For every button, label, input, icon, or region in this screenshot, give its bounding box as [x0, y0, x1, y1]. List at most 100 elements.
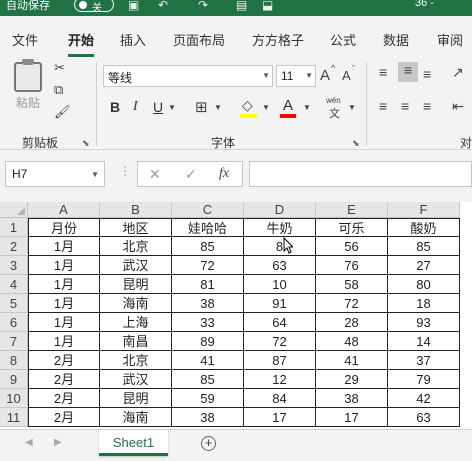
table-cell[interactable]: 29: [316, 370, 388, 389]
table-cell[interactable]: 37: [388, 351, 460, 370]
chevron-down-icon[interactable]: ▼: [303, 103, 311, 112]
formula-input[interactable]: [249, 161, 472, 187]
table-cell[interactable]: 89: [172, 332, 244, 351]
table-cell[interactable]: 武汉: [100, 256, 172, 275]
row-header[interactable]: 10: [0, 389, 28, 408]
row-header[interactable]: 11: [0, 408, 28, 427]
format-painter-title-icon[interactable]: ⬓: [262, 0, 273, 12]
save-icon[interactable]: ▣: [128, 0, 139, 12]
cancel-icon[interactable]: ✕: [149, 166, 161, 183]
table-cell[interactable]: 79: [388, 370, 460, 389]
table-cell[interactable]: 91: [244, 294, 316, 313]
row-header[interactable]: 6: [0, 313, 28, 332]
table-cell[interactable]: 上海: [100, 313, 172, 332]
tab-review[interactable]: 审阅: [437, 30, 463, 49]
table-cell[interactable]: 北京: [100, 237, 172, 256]
row-header[interactable]: 7: [0, 332, 28, 351]
table-cell[interactable]: 93: [388, 313, 460, 332]
add-sheet-button[interactable]: +: [201, 436, 216, 451]
table-cell[interactable]: 1月: [28, 294, 100, 313]
table-cell[interactable]: 10: [244, 275, 316, 294]
italic-button[interactable]: I: [133, 99, 138, 115]
table-cell[interactable]: 12: [244, 370, 316, 389]
chevron-down-icon[interactable]: ▼: [168, 103, 176, 112]
table-cell[interactable]: 北京: [100, 351, 172, 370]
table-cell[interactable]: 63: [388, 408, 460, 427]
table-cell[interactable]: 17: [316, 408, 388, 427]
table-cell[interactable]: 2月: [28, 370, 100, 389]
table-header-cell[interactable]: 地区: [100, 218, 172, 237]
phonetic-guide-label[interactable]: wén: [326, 96, 341, 105]
align-top-icon[interactable]: ≡: [379, 64, 387, 80]
table-cell[interactable]: 1月: [28, 275, 100, 294]
tab-file[interactable]: 文件: [12, 30, 38, 49]
table-cell[interactable]: 76: [316, 256, 388, 275]
table-cell[interactable]: 63: [244, 256, 316, 275]
undo-icon[interactable]: ↶: [158, 0, 168, 12]
table-cell[interactable]: 72: [316, 294, 388, 313]
column-header[interactable]: D: [244, 202, 316, 218]
table-cell[interactable]: 2月: [28, 408, 100, 427]
table-cell[interactable]: 17: [244, 408, 316, 427]
fill-color-icon[interactable]: ◇: [242, 97, 253, 114]
table-cell[interactable]: 33: [172, 313, 244, 332]
table-header-cell[interactable]: 牛奶: [244, 218, 316, 237]
font-size-select[interactable]: 11 ▼: [276, 65, 316, 87]
table-cell[interactable]: 1月: [28, 237, 100, 256]
table-cell[interactable]: 72: [172, 256, 244, 275]
table-cell[interactable]: 80: [388, 275, 460, 294]
align-center-icon[interactable]: ≡: [401, 98, 409, 114]
sheet-tab-sheet1[interactable]: Sheet1: [99, 430, 168, 456]
tab-insert[interactable]: 插入: [120, 30, 146, 49]
phonetic-guide-icon[interactable]: 文: [329, 105, 340, 121]
align-left-icon[interactable]: ≡: [379, 98, 387, 114]
table-cell[interactable]: 18: [388, 294, 460, 313]
table-cell[interactable]: 48: [316, 332, 388, 351]
row-header[interactable]: 2: [0, 237, 28, 256]
indent-icon[interactable]: ⇤: [452, 98, 464, 115]
row-header[interactable]: 8: [0, 351, 28, 370]
align-bottom-icon[interactable]: ≡: [423, 66, 431, 82]
font-name-select[interactable]: 等线 ▼: [103, 65, 273, 87]
clipboard-launcher-icon[interactable]: ⬊: [82, 138, 90, 149]
table-header-cell[interactable]: 月份: [28, 218, 100, 237]
font-color-button[interactable]: A: [283, 97, 293, 114]
table-cell[interactable]: 38: [172, 408, 244, 427]
table-cell[interactable]: 27: [388, 256, 460, 275]
table-cell[interactable]: 2月: [28, 389, 100, 408]
table-cell[interactable]: 海南: [100, 408, 172, 427]
tab-data[interactable]: 数据: [383, 30, 409, 49]
table-cell[interactable]: 85: [172, 370, 244, 389]
table-cell[interactable]: 14: [388, 332, 460, 351]
column-header[interactable]: A: [28, 202, 100, 218]
file-icon[interactable]: ▤: [236, 0, 247, 12]
table-cell[interactable]: 81: [172, 275, 244, 294]
table-cell[interactable]: 海南: [100, 294, 172, 313]
format-painter-icon[interactable]: 🖌: [54, 104, 71, 120]
table-cell[interactable]: 28: [316, 313, 388, 332]
row-header[interactable]: 1: [0, 218, 28, 237]
paste-icon[interactable]: [14, 59, 42, 92]
table-cell[interactable]: 42: [388, 389, 460, 408]
table-cell[interactable]: 87: [244, 351, 316, 370]
table-cell[interactable]: 1月: [28, 256, 100, 275]
paste-label[interactable]: 粘贴: [16, 94, 40, 111]
table-header-cell[interactable]: 娃哈哈: [172, 218, 244, 237]
enter-icon[interactable]: ✓: [185, 166, 197, 183]
table-cell[interactable]: 2月: [28, 351, 100, 370]
formula-bar-splitter[interactable]: ⋮: [119, 164, 131, 178]
prev-sheet-arrow-icon[interactable]: ◀: [25, 437, 33, 448]
redo-icon[interactable]: ↷: [198, 0, 208, 12]
table-header-cell[interactable]: 可乐: [316, 218, 388, 237]
table-cell[interactable]: 38: [172, 294, 244, 313]
decrease-font-size-icon[interactable]: A: [342, 68, 351, 83]
tab-fangfang[interactable]: 方方格子: [252, 30, 304, 49]
table-cell[interactable]: 58: [316, 275, 388, 294]
row-header[interactable]: 9: [0, 370, 28, 389]
column-header[interactable]: C: [172, 202, 244, 218]
align-right-icon[interactable]: ≡: [423, 98, 431, 114]
table-header-cell[interactable]: 酸奶: [388, 218, 460, 237]
table-cell[interactable]: 1月: [28, 332, 100, 351]
chevron-down-icon[interactable]: ▼: [348, 103, 356, 112]
table-cell[interactable]: 59: [172, 389, 244, 408]
